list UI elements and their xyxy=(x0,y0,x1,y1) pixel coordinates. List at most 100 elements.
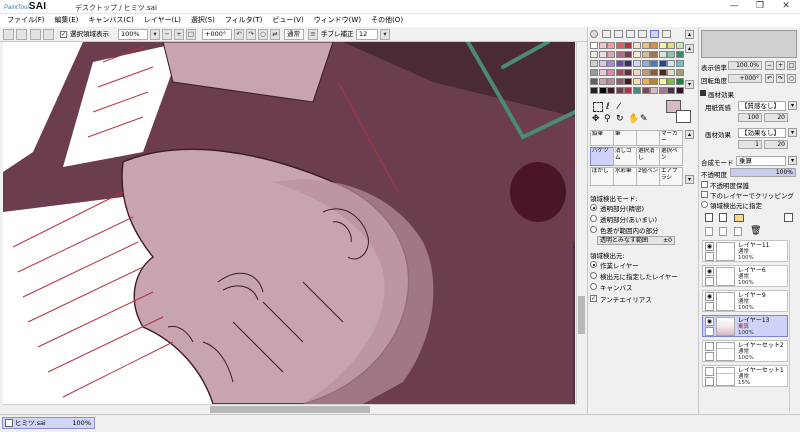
layer-list-scrollbar[interactable] xyxy=(789,240,797,412)
mode-radio-2[interactable] xyxy=(590,226,597,233)
menu-edit[interactable]: 編集(E) xyxy=(50,14,84,27)
maximize-button[interactable]: ❐ xyxy=(748,0,772,13)
nav-zoom-out[interactable]: − xyxy=(765,61,774,70)
nav-rotate-left[interactable]: ↶ xyxy=(765,74,774,83)
layer-row[interactable]: レイヤーセット2 通常 100% xyxy=(702,340,788,362)
stabilizer-field[interactable]: 12 xyxy=(356,29,378,40)
close-button[interactable]: ✕ xyxy=(774,0,798,13)
swatch-scroll-down[interactable]: ▾ xyxy=(685,80,694,89)
zoom-out-button[interactable]: − xyxy=(162,29,172,40)
color-swatch[interactable] xyxy=(590,87,598,94)
layer-lock-box[interactable] xyxy=(705,277,714,286)
color-swatch[interactable] xyxy=(633,87,641,94)
color-swatch[interactable] xyxy=(676,51,684,58)
color-swatch[interactable] xyxy=(641,69,650,76)
rotate-tool-icon[interactable]: ↻ xyxy=(616,114,624,124)
scratchpad-icon[interactable] xyxy=(662,30,671,38)
redo-button[interactable] xyxy=(16,29,27,40)
color-swatch[interactable] xyxy=(650,69,659,76)
color-swatch[interactable] xyxy=(633,51,641,58)
color-swatch[interactable] xyxy=(667,51,676,58)
layer-visibility-icon[interactable]: ◉ xyxy=(705,292,714,301)
tool-marker[interactable]: マーカー xyxy=(659,130,683,146)
color-swatch[interactable] xyxy=(676,42,684,49)
layer-visibility-icon[interactable] xyxy=(705,342,714,351)
hand-tool-icon[interactable]: ✋ xyxy=(628,114,639,124)
texture-dropdown[interactable]: ▾ xyxy=(788,101,797,110)
invert-selection-button[interactable] xyxy=(43,29,54,40)
color-swatch[interactable] xyxy=(607,42,616,49)
layer-visibility-icon[interactable]: ◉ xyxy=(705,267,714,276)
color-swatch[interactable] xyxy=(615,78,624,85)
color-swatch[interactable] xyxy=(658,42,667,49)
layer-row[interactable]: レイヤーセット1 通常 15% xyxy=(702,365,788,387)
color-swatch[interactable] xyxy=(641,51,650,58)
tool-binary-pen[interactable]: 2値ペン xyxy=(636,167,660,186)
secondary-color-swatch[interactable] xyxy=(676,110,691,123)
color-swatch[interactable] xyxy=(590,42,598,49)
color-swatch[interactable] xyxy=(624,78,633,85)
new-folder-icon[interactable] xyxy=(734,214,744,222)
color-swatch[interactable] xyxy=(607,78,616,85)
rotate-reset-button[interactable]: ○ xyxy=(258,29,268,40)
color-swatch[interactable] xyxy=(650,51,659,58)
stabilizer-dropdown-button[interactable]: ▾ xyxy=(380,29,390,40)
color-swatch[interactable] xyxy=(607,60,616,67)
layer-row[interactable]: ◉ レイヤー6 通常 100% xyxy=(702,265,788,287)
layer-lock-box[interactable] xyxy=(705,352,714,361)
navigator-preview[interactable] xyxy=(701,30,797,58)
color-swatch[interactable] xyxy=(658,87,667,94)
menu-filter[interactable]: フィルタ(T) xyxy=(220,14,268,27)
color-swatch[interactable] xyxy=(624,42,633,49)
tool-blur[interactable]: ぼかし xyxy=(590,167,614,186)
color-swatch[interactable] xyxy=(676,78,684,85)
palette-icon[interactable] xyxy=(638,30,647,38)
tool-brush[interactable]: 筆 xyxy=(613,130,637,146)
color-swatch[interactable] xyxy=(641,42,650,49)
color-swatch[interactable] xyxy=(598,78,607,85)
layer-visibility-icon[interactable]: ◉ xyxy=(705,242,714,251)
color-swatch[interactable] xyxy=(598,60,607,67)
texture-scale-slider[interactable]: 20 xyxy=(764,113,788,122)
selection-visible-checkbox[interactable]: ✓ xyxy=(60,31,67,38)
color-swatch[interactable] xyxy=(590,78,598,85)
color-swatch[interactable] xyxy=(633,69,641,76)
layer-row[interactable]: ◉ レイヤー9 通常 100% xyxy=(702,290,788,312)
color-swatch[interactable] xyxy=(624,51,633,58)
view-blend-field[interactable]: 通常 xyxy=(284,29,304,40)
zoom-in-button[interactable]: + xyxy=(174,29,184,40)
color-swatch[interactable] xyxy=(590,51,598,58)
color-swatch[interactable] xyxy=(667,87,676,94)
color-swatch[interactable] xyxy=(641,87,650,94)
section-collapse-icon[interactable] xyxy=(700,90,706,96)
source-radio-1[interactable] xyxy=(590,272,597,279)
effect-strength-slider[interactable]: 1 xyxy=(738,140,762,149)
document-tab[interactable]: ヒミツ.sai 100% xyxy=(2,417,95,429)
color-swatch[interactable] xyxy=(598,87,607,94)
menu-select[interactable]: 選択(S) xyxy=(186,14,220,27)
layer-lock-box[interactable] xyxy=(705,327,714,336)
tool-blank[interactable] xyxy=(636,130,660,146)
layer-lock-box[interactable] xyxy=(705,252,714,261)
nav-angle-slider[interactable]: +000° xyxy=(728,74,762,83)
layer-visibility-icon[interactable]: ◉ xyxy=(705,317,714,326)
source-radio-2[interactable] xyxy=(590,283,597,290)
color-swatch[interactable] xyxy=(650,87,659,94)
color-wheel-icon[interactable] xyxy=(590,30,598,38)
nav-zoom-in[interactable]: + xyxy=(776,61,785,70)
color-swatch[interactable] xyxy=(624,69,633,76)
layer-lock-box[interactable] xyxy=(705,302,714,311)
layer-row[interactable]: ◉ レイヤー13 乗算 100% xyxy=(702,315,788,337)
zoom-dropdown-button[interactable]: ▾ xyxy=(150,29,160,40)
menu-canvas[interactable]: キャンバス(C) xyxy=(83,14,138,27)
color-swatch[interactable] xyxy=(658,69,667,76)
color-swatch[interactable] xyxy=(667,69,676,76)
rgb-slider-icon[interactable] xyxy=(602,30,611,38)
color-swatch[interactable] xyxy=(624,60,633,67)
blend-mode-dropdown[interactable]: ▾ xyxy=(788,156,797,165)
mode-radio-0[interactable] xyxy=(590,204,597,211)
effect-width-slider[interactable]: 20 xyxy=(764,140,788,149)
color-swatch[interactable] xyxy=(607,87,616,94)
delete-layer-icon[interactable]: 🗑 xyxy=(750,226,761,236)
layer-panel-menu-icon[interactable] xyxy=(784,213,793,222)
